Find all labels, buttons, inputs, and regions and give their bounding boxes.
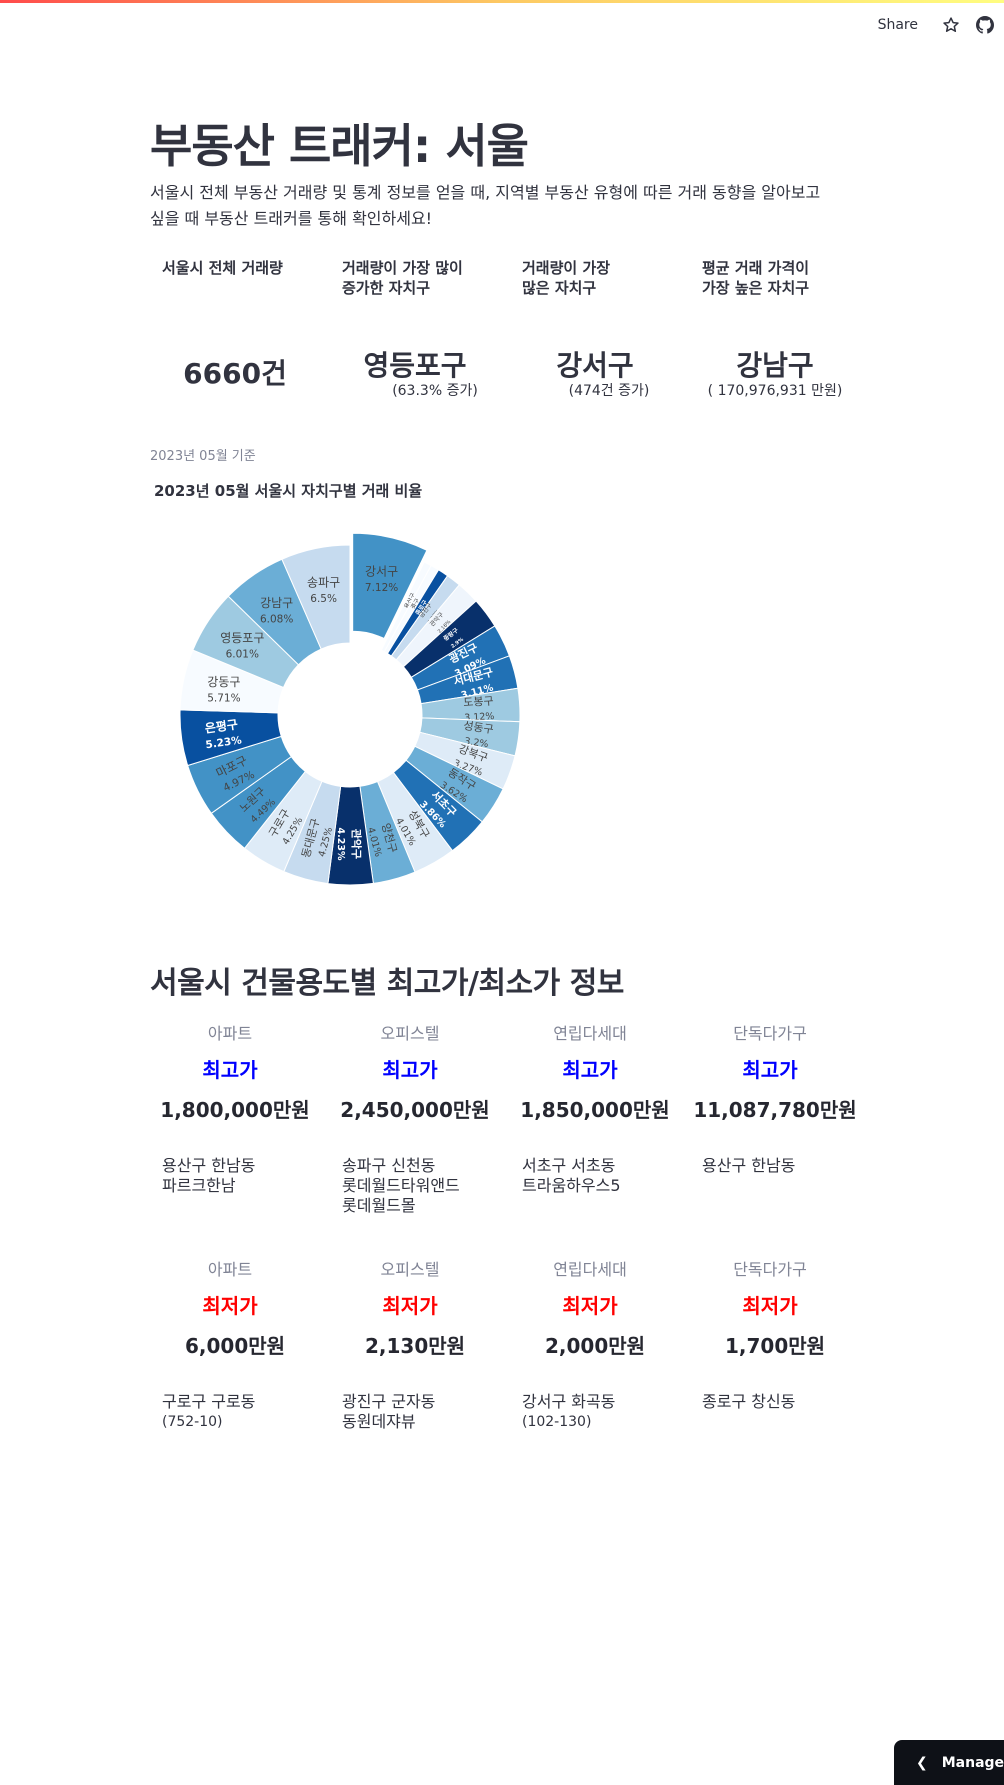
building-type: 오피스텔 [380,1024,440,1043]
slice-label-name: 송파구 [307,576,340,590]
location: 용산구 한남동 [702,1156,796,1175]
slice-label-name: 도봉구 [463,695,494,710]
chevron-left-icon: ❮ [916,1754,928,1771]
slice-label-value: 4.23% [335,828,346,861]
intro-line: 서울시 전체 부동산 거래량 및 통계 정보를 얻을 때, 지역별 부동산 유형… [150,183,821,202]
intro-text: 서울시 전체 부동산 거래량 및 통계 정보를 얻을 때, 지역별 부동산 유형… [150,180,850,232]
price: 6,000만원 [184,1334,286,1358]
metric-value: 6660건 [183,357,287,390]
metric-value: 영등포구 [363,349,467,382]
min-label: 최저가 [742,1294,798,1318]
building-type: 아파트 [207,1024,253,1043]
max-label: 최고가 [382,1058,438,1082]
page-title: 부동산 트래커: 서울 [150,119,529,173]
price: 2,000만원 [544,1334,646,1358]
top-decoration-bar [0,0,1004,3]
slice-label-name: 영등포구 [220,631,264,645]
price: 2,450,000만원 [340,1098,490,1122]
github-icon[interactable] [974,14,996,36]
slice-label-name: 강동구 [207,675,240,689]
min-label: 최저가 [382,1294,438,1318]
min-label: 최저가 [202,1294,258,1318]
date-caption: 2023년 05월 기준 [150,449,256,464]
location: 용산구 한남동 파르크한남 [162,1156,256,1195]
slice-label-value: 6.01% [226,649,259,661]
price: 11,087,780만원 [693,1098,857,1122]
metric-label: 평균 거래 가격이 가장 높은 자치구 [702,259,810,297]
building-type: 단독다가구 [733,1260,807,1279]
slice-label-value: 7.12% [365,582,398,594]
max-label: 최고가 [742,1058,798,1082]
building-type: 단독다가구 [733,1024,807,1043]
max-label: 최고가 [562,1058,618,1082]
location: 구로구 구로동 (752-10) [162,1392,256,1430]
header-actions: Share [878,12,1004,38]
metric-label: 거래량이 가장 많은 자치구 [522,259,611,297]
slice-label-name: 강남구 [260,596,293,610]
metric-label: 서울시 전체 거래량 [162,259,283,277]
metric-value: 강남구 [736,349,814,382]
min-label: 최저가 [562,1294,618,1318]
metric-label: 거래량이 가장 많이 증가한 자치구 [342,259,463,297]
price: 2,130만원 [364,1334,466,1358]
district-donut-chart[interactable]: 강서구7.12%용산구중구종로구금천구1.38%관악구2.16%중랑구2.9%광… [150,515,550,915]
intro-line: 싶을 때 부동산 트래커를 통해 확인하세요! [150,209,433,228]
location: 광진구 군자동 동원데쟈뷰 [342,1392,436,1431]
slice-label-value: 6.08% [260,613,293,625]
metric-delta: ( 170,976,931 만원) [707,383,843,399]
slice-label-value: 5.71% [207,692,240,704]
building-type: 연립다세대 [553,1024,627,1043]
manage-app-button[interactable]: ❮ Manage app [894,1740,1004,1785]
building-type: 오피스텔 [380,1260,440,1279]
section-title: 서울시 건물용도별 최고가/최소가 정보 [150,966,624,1001]
location: 강서구 화곡동 (102-130) [522,1392,616,1430]
slice-label-name: 관악구 [349,829,363,859]
metric-delta: (63.3% 증가) [392,383,478,399]
share-button[interactable]: Share [878,17,918,33]
location: 송파구 신천동 롯데월드타워앤드 롯데월드몰 [342,1156,460,1215]
slice-label-value: 6.5% [310,593,337,605]
manage-app-label: Manage app [941,1754,1004,1771]
location: 종로구 창신동 [702,1392,796,1411]
price: 1,700만원 [724,1334,826,1358]
star-icon[interactable] [940,14,962,36]
slice-label-name: 강서구 [365,565,398,579]
chart-title: 2023년 05월 서울시 자치구별 거래 비율 [154,482,423,500]
max-label: 최고가 [202,1058,258,1082]
location: 서초구 서초동 트라움하우스5 [522,1156,621,1195]
price: 1,850,000만원 [520,1098,670,1122]
metric-value: 강서구 [556,349,634,382]
building-type: 연립다세대 [553,1260,627,1279]
price: 1,800,000만원 [160,1098,310,1122]
metric-delta: (474건 증가) [568,383,650,399]
building-type: 아파트 [207,1260,253,1279]
